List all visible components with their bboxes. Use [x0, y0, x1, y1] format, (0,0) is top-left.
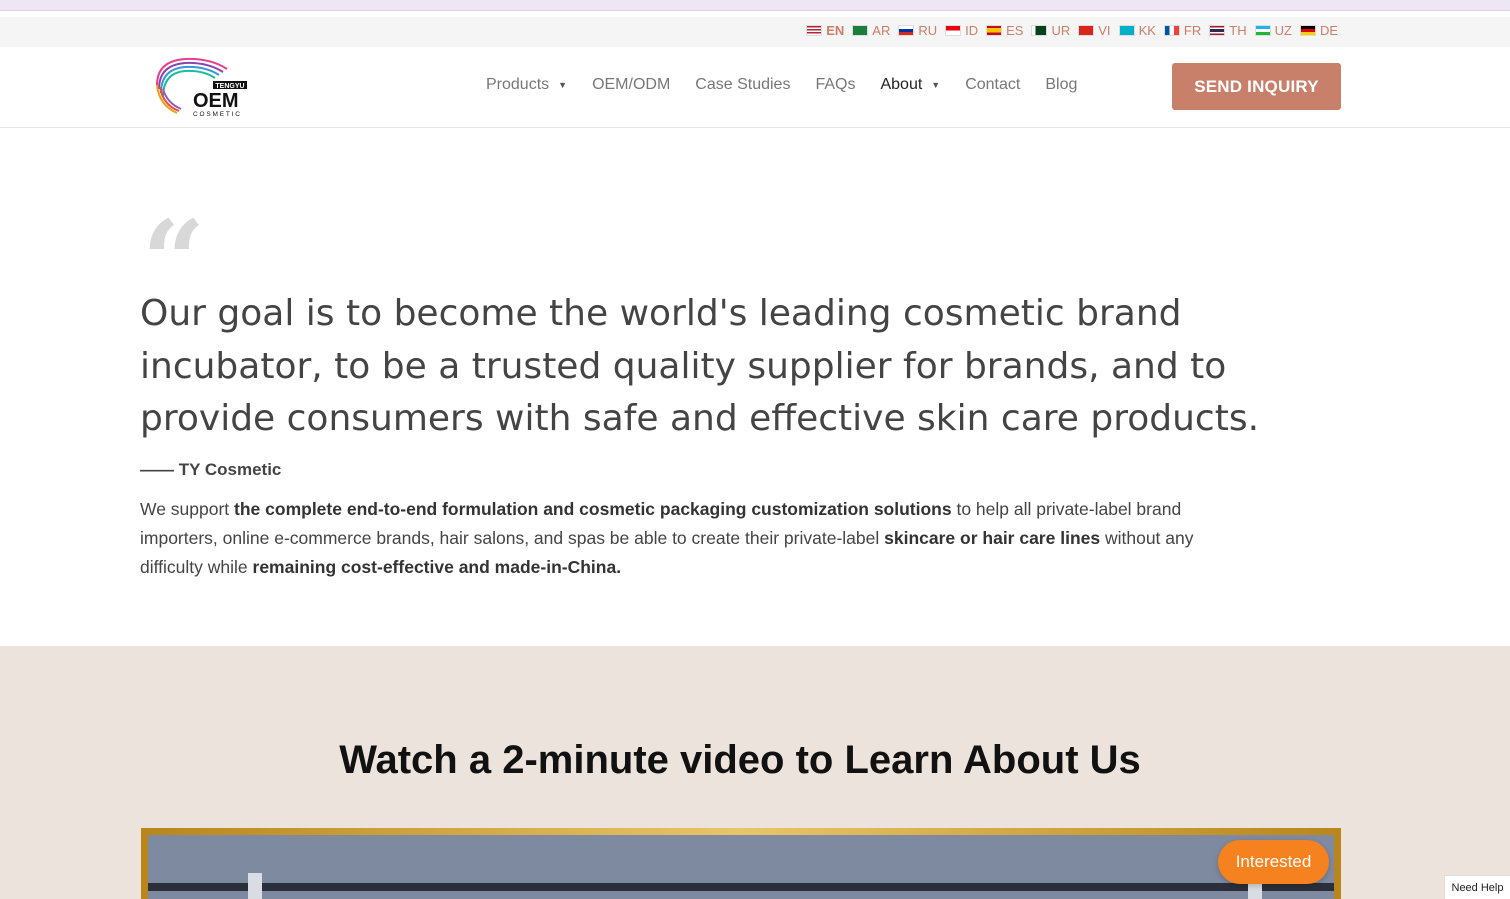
us-flag-icon	[806, 25, 823, 36]
browser-top-strip	[0, 0, 1510, 11]
interested-button[interactable]: Interested	[1218, 840, 1329, 884]
thumbnail-pole	[248, 873, 262, 899]
nav-label: FAQs	[815, 76, 856, 93]
lang-en[interactable]: EN	[806, 23, 844, 38]
lang-ur[interactable]: UR	[1031, 23, 1070, 38]
video-player[interactable]	[141, 828, 1341, 899]
nav-label: Blog	[1045, 76, 1078, 93]
lang-label: KK	[1138, 23, 1156, 38]
saudi-flag-icon	[852, 25, 869, 36]
site-logo[interactable]: TENGYU OEM COSMETIC	[155, 55, 255, 121]
svg-text:OEM: OEM	[193, 90, 239, 112]
lang-uz[interactable]: UZ	[1254, 23, 1292, 38]
lang-label: EN	[826, 23, 845, 38]
lang-label: DE	[1319, 23, 1338, 38]
support-paragraph: We support the complete end-to-end formu…	[140, 499, 1194, 577]
germany-flag-icon	[1299, 25, 1316, 36]
mission-quote-text: Our goal is to become the world's leadin…	[140, 293, 1260, 439]
site-header: TENGYU OEM COSMETIC Products ▼ OEM/ODM C…	[0, 47, 1510, 128]
nav-label: Contact	[965, 76, 1021, 93]
need-help-button[interactable]: Need Help	[1444, 875, 1510, 899]
nav-case-studies[interactable]: Case Studies	[695, 76, 790, 94]
quote-author: —— TY Cosmetic	[140, 460, 282, 479]
nav-label: Case Studies	[695, 76, 791, 93]
lang-th[interactable]: TH	[1209, 23, 1247, 38]
indonesia-flag-icon	[945, 25, 962, 36]
thumbnail-beam	[148, 883, 1334, 891]
lang-label: FR	[1183, 23, 1202, 38]
lang-label: TH	[1229, 23, 1247, 38]
lang-ru[interactable]: RU	[898, 23, 937, 38]
lang-label: AR	[872, 23, 891, 38]
lang-label: ID	[965, 23, 979, 38]
mission-quote-section: “ Our goal is to become the world's lead…	[0, 128, 1510, 646]
lang-de[interactable]: DE	[1299, 23, 1338, 38]
main-nav: Products ▼ OEM/ODM Case Studies FAQs Abo…	[486, 76, 1102, 94]
lang-label: ES	[1006, 23, 1024, 38]
nav-products[interactable]: Products ▼	[486, 76, 567, 94]
spain-flag-icon	[986, 25, 1003, 36]
russia-flag-icon	[898, 25, 915, 36]
send-inquiry-button[interactable]: SEND INQUIRY	[1172, 63, 1341, 110]
lang-label: UR	[1051, 23, 1071, 38]
nav-oem-odm[interactable]: OEM/ODM	[592, 76, 670, 94]
lang-kk[interactable]: KK	[1118, 23, 1156, 38]
nav-label: Products	[486, 76, 550, 93]
caret-down-icon: ▼	[931, 80, 941, 90]
lang-label: VI	[1098, 23, 1111, 38]
lang-vi[interactable]: VI	[1078, 23, 1111, 38]
logo-mark-icon: TENGYU OEM COSMETIC	[156, 57, 247, 118]
nav-faqs[interactable]: FAQs	[815, 76, 855, 94]
nav-contact[interactable]: Contact	[965, 76, 1020, 94]
nav-label: About	[880, 76, 923, 93]
lang-es[interactable]: ES	[986, 23, 1023, 38]
caret-down-icon: ▼	[558, 80, 568, 90]
france-flag-icon	[1163, 25, 1180, 36]
nav-blog[interactable]: Blog	[1045, 76, 1077, 94]
uzbekistan-flag-icon	[1254, 25, 1271, 36]
svg-text:COSMETIC: COSMETIC	[193, 111, 242, 118]
lang-label: UZ	[1274, 23, 1292, 38]
lang-ar[interactable]: AR	[852, 23, 890, 38]
kazakhstan-flag-icon	[1118, 25, 1135, 36]
lang-label: RU	[918, 23, 938, 38]
nav-label: OEM/ODM	[592, 76, 671, 93]
lang-id[interactable]: ID	[945, 23, 978, 38]
vietnam-flag-icon	[1078, 25, 1095, 36]
video-thumbnail	[148, 835, 1334, 899]
svg-text:TENGYU: TENGYU	[215, 83, 244, 90]
pakistan-flag-icon	[1031, 25, 1048, 36]
language-list: EN AR RU ID ES UR VI KK FR TH UZ DE	[806, 23, 1338, 38]
language-bar: EN AR RU ID ES UR VI KK FR TH UZ DE	[0, 17, 1510, 47]
nav-about[interactable]: About ▼	[880, 76, 940, 94]
thailand-flag-icon	[1209, 25, 1226, 36]
lang-fr[interactable]: FR	[1163, 23, 1202, 38]
video-section-title: Watch a 2-minute video to Learn About Us	[339, 738, 1141, 782]
